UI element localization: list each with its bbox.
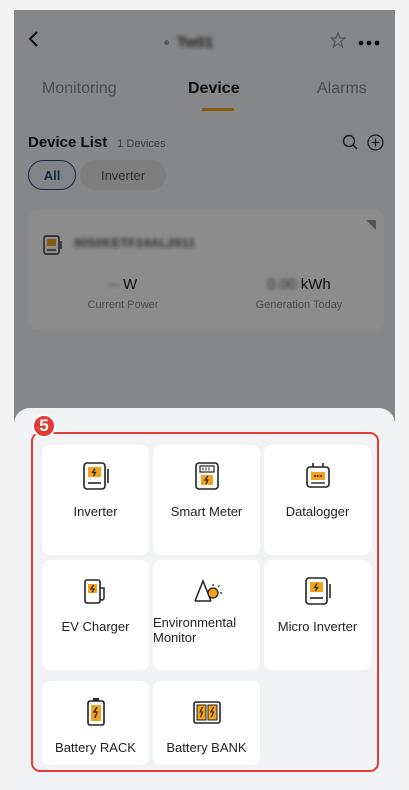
device-type-smart-meter[interactable]: Smart Meter bbox=[153, 445, 260, 555]
device-type-label: Battery RACK bbox=[55, 740, 136, 755]
device-type-label: Battery BANK bbox=[166, 740, 247, 755]
ev-charger-icon bbox=[83, 579, 105, 604]
battery-rack-icon bbox=[86, 698, 105, 726]
device-type-label: Micro Inverter bbox=[277, 619, 358, 634]
device-type-grid: Inverter Smart Meter Datalogger EV Charg… bbox=[31, 432, 379, 772]
screenshot-frame: Tw01 Monitoring Device Alarms Device Lis… bbox=[0, 0, 409, 790]
battery-bank-icon bbox=[192, 701, 221, 724]
smart-meter-icon bbox=[194, 462, 219, 490]
micro-inverter-icon bbox=[304, 577, 331, 605]
device-type-ev-charger[interactable]: EV Charger bbox=[42, 560, 149, 670]
device-type-label: Inverter bbox=[73, 504, 118, 519]
environmental-monitor-icon bbox=[193, 578, 222, 602]
datalogger-icon bbox=[305, 463, 330, 488]
device-type-label: Datalogger bbox=[285, 504, 350, 519]
device-type-inverter[interactable]: Inverter bbox=[42, 445, 149, 555]
add-device-sheet: Inverter Smart Meter Datalogger EV Charg… bbox=[14, 408, 395, 790]
device-type-label: Smart Meter bbox=[170, 504, 243, 519]
device-type-label: EV Charger bbox=[61, 619, 130, 634]
device-type-datalogger[interactable]: Datalogger bbox=[264, 445, 371, 555]
device-type-battery-bank[interactable]: Battery BANK bbox=[153, 681, 260, 765]
device-type-environmental-monitor[interactable]: Environmental Monitor bbox=[153, 560, 260, 670]
step-number-badge: 5 bbox=[32, 414, 56, 438]
device-type-label: Environmental Monitor bbox=[153, 615, 237, 645]
device-type-micro-inverter[interactable]: Micro Inverter bbox=[264, 560, 371, 670]
inverter-icon bbox=[82, 462, 109, 490]
app-screen: Tw01 Monitoring Device Alarms Device Lis… bbox=[14, 10, 395, 790]
device-type-battery-rack[interactable]: Battery RACK bbox=[42, 681, 149, 765]
